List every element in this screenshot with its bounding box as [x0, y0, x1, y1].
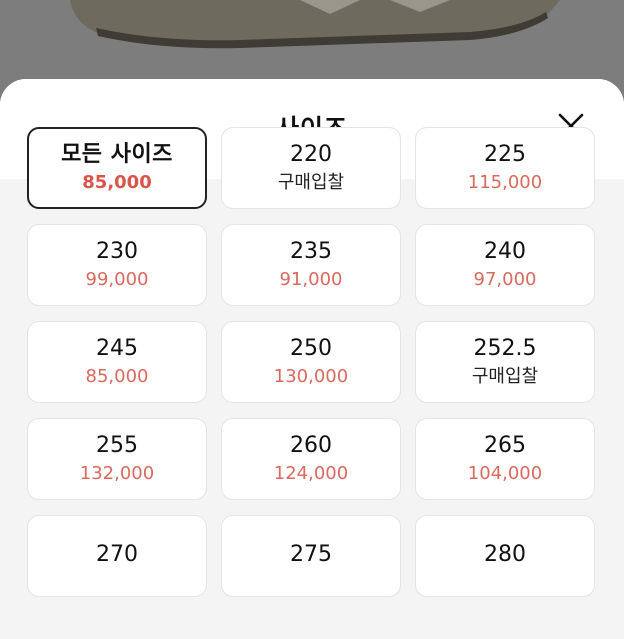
price-label: 130,000: [273, 366, 349, 387]
price-label: 99,000: [85, 269, 149, 290]
price-label: 115,000: [467, 172, 543, 193]
size-label: 280: [484, 542, 526, 567]
size-label: 260: [290, 433, 332, 458]
size-grid: 모든 사이즈 85,000 220 구매입찰 225 115,000 230 99,000 23…: [27, 127, 595, 597]
size-label: 265: [484, 433, 526, 458]
size-label: 252.5: [473, 336, 537, 361]
size-option[interactable]: 280: [415, 515, 595, 597]
size-option[interactable]: 270: [27, 515, 207, 597]
size-option[interactable]: 265 104,000: [415, 418, 595, 500]
size-label: 275: [290, 542, 332, 567]
size-label: 255: [96, 433, 138, 458]
size-label: 235: [290, 239, 332, 264]
size-label: 220: [290, 142, 332, 167]
size-label: 225: [484, 142, 526, 167]
size-option[interactable]: 255 132,000: [27, 418, 207, 500]
price-label: 85,000: [85, 366, 149, 387]
price-label: 104,000: [467, 463, 543, 484]
size-option[interactable]: 250 130,000: [221, 321, 401, 403]
size-option[interactable]: 225 115,000: [415, 127, 595, 209]
size-label: 250: [290, 336, 332, 361]
size-label: 245: [96, 336, 138, 361]
size-option[interactable]: 220 구매입찰: [221, 127, 401, 209]
bid-label: 구매입찰: [471, 366, 539, 387]
size-option[interactable]: 240 97,000: [415, 224, 595, 306]
size-label: 240: [484, 239, 526, 264]
size-label: 모든 사이즈: [61, 142, 173, 167]
size-option-all[interactable]: 모든 사이즈 85,000: [27, 127, 207, 209]
bid-label: 구매입찰: [277, 172, 345, 193]
price-label: 132,000: [79, 463, 155, 484]
size-option[interactable]: 230 99,000: [27, 224, 207, 306]
size-label: 270: [96, 542, 138, 567]
price-label: 124,000: [273, 463, 349, 484]
price-label: 97,000: [473, 269, 537, 290]
size-option[interactable]: 245 85,000: [27, 321, 207, 403]
size-option[interactable]: 235 91,000: [221, 224, 401, 306]
size-option[interactable]: 260 124,000: [221, 418, 401, 500]
price-label: 91,000: [279, 269, 343, 290]
price-label: 85,000: [82, 172, 152, 193]
size-label: 230: [96, 239, 138, 264]
size-option[interactable]: 275: [221, 515, 401, 597]
size-option[interactable]: 252.5 구매입찰: [415, 321, 595, 403]
